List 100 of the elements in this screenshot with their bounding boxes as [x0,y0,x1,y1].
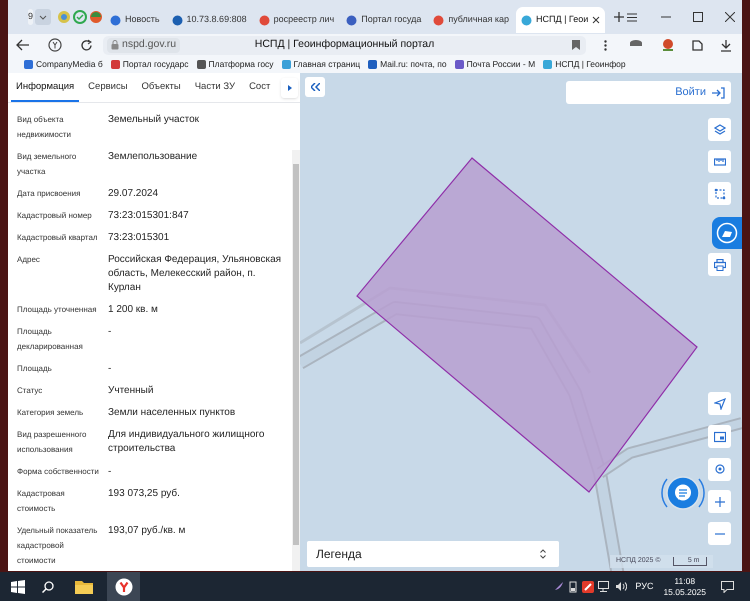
new-tab-icon[interactable] [613,11,626,23]
bookmark-favicon-icon [543,60,552,69]
bookmark[interactable]: CompanyMedia б [24,58,103,71]
field-label: Вид разрешенного использования [17,429,88,456]
ruler-button[interactable] [708,150,731,173]
field-value: 1 200 кв. м [108,303,159,317]
bookmark[interactable]: Портал государс [110,58,189,71]
collapse-button[interactable] [305,77,325,97]
plus-icon [714,496,726,508]
field-value: - [108,465,112,479]
more-icon[interactable] [604,40,607,50]
browser-tab[interactable]: НСПД | Геои [516,7,606,33]
browser-logo-icon [114,578,132,596]
field-value: Российская Федерация, Ульяновская область, Мелекесский район, п. Курлан [108,253,282,295]
favicon-icon [89,10,104,24]
field-label: Статус [17,385,44,397]
field-value: - [108,362,112,376]
network-icon[interactable] [598,581,612,592]
field-label: Дата присвоения [17,188,82,200]
favicon-icon [346,14,358,26]
layers-icon [714,124,726,136]
field-label: Кадастровый квартал [17,232,99,244]
browser-tab[interactable]: Портал госуда [341,7,426,33]
printer-button[interactable] [708,253,731,276]
area-select-icon [714,188,726,200]
bookmark-favicon-icon [368,60,378,69]
panel-tab[interactable]: Части ЗУ [190,74,240,102]
bookmark[interactable]: Почта России - М [454,58,536,71]
bookmark-favicon-icon [454,60,464,69]
back-icon[interactable] [16,39,30,51]
plus-button[interactable] [708,490,731,513]
field-value: 73:23:015301 [108,231,170,245]
maximize-icon[interactable] [693,12,704,22]
bookmark[interactable]: Главная страниц [282,58,360,71]
sort-arrows-icon [540,549,546,559]
chevron-down-icon[interactable] [35,9,52,25]
field-value: Учтенный [108,384,154,398]
browser-logo-icon[interactable] [48,38,62,52]
field-label: Площадь уточненная [17,304,98,316]
area-select-button[interactable] [708,182,731,205]
field-label: Площадь декларированная [17,326,84,353]
assistant-tab[interactable] [712,217,742,249]
printer-icon [714,258,726,270]
language-indicator[interactable]: РУС [635,580,654,594]
panel-tab[interactable]: Сост [244,74,276,102]
tab-counter[interactable]: 9 [28,9,34,25]
page-title: НСПД | Геоинформационный портал [254,37,434,52]
clock-date[interactable]: 15.05.2025 [663,586,706,598]
browser-tab[interactable]: росреестр лич [254,7,340,33]
app-tray-icon[interactable] [582,580,594,592]
clock-time[interactable]: 11:08 [674,576,696,586]
favicon-icon [172,14,183,26]
bookmark-icon[interactable] [572,40,580,50]
field-label: Удельный показатель кадастровой стоимости [17,525,98,567]
lock-icon [111,40,119,50]
field-label: Категория земель [17,407,84,419]
bookmark[interactable]: Mail.ru: почта, по [368,58,447,71]
browser-tab[interactable]: 10.73.8.69:808 [166,7,252,33]
legend-dropdown[interactable]: Легенда [307,541,559,567]
panel-tab[interactable]: Объекты [136,74,186,102]
close-icon[interactable] [725,12,736,22]
volume-icon[interactable] [615,581,628,592]
menu-icon[interactable] [627,12,638,22]
download-icon[interactable] [720,38,732,52]
folder-icon[interactable] [75,579,93,594]
favicon-icon [521,14,532,26]
search-icon[interactable] [42,580,54,592]
browser-tab[interactable]: Новость [105,7,165,33]
favicon-icon [57,10,72,24]
bookmark[interactable]: Платформа госу [196,58,274,71]
taskbar-app-button[interactable] [107,572,140,601]
location-search-button[interactable] [708,458,731,481]
layers-button[interactable] [708,118,731,141]
chevron-right-icon [288,85,292,91]
field-value: Земельный участок [108,113,200,127]
notification-icon[interactable] [721,580,734,592]
location-search-icon [714,464,726,476]
field-label: Форма собственности [17,466,100,478]
bookmark[interactable]: НСПД | Геоинфор [543,58,626,71]
address-bar[interactable]: nspd.gov.ru НСПД | Геоинформационный портал [103,36,586,54]
field-value: - [108,325,112,339]
windows-start-icon[interactable] [11,580,25,594]
bookmark-favicon-icon [24,60,33,69]
panel-tab[interactable]: Сервисы [83,74,133,102]
url-text: nspd.gov.ru [122,37,176,52]
navigation-arrow-button[interactable] [708,392,731,415]
favicon-icon [433,14,444,26]
panel-tab[interactable]: Информация [11,74,80,102]
field-value: 193,07 руб./кв. м [108,524,186,538]
reload-icon[interactable] [80,38,93,52]
field-label: Адрес [17,254,41,266]
close-icon[interactable] [592,16,600,24]
window-button[interactable] [708,425,731,448]
navigation-arrow-icon [714,398,726,410]
login-button[interactable]: Войти [566,81,731,104]
scrollbar[interactable] [292,150,300,571]
browser-tab[interactable]: публичная кар [428,7,514,33]
favicon-icon [110,14,122,26]
device-icon[interactable] [569,580,578,592]
scroll-right-button[interactable] [281,78,298,98]
